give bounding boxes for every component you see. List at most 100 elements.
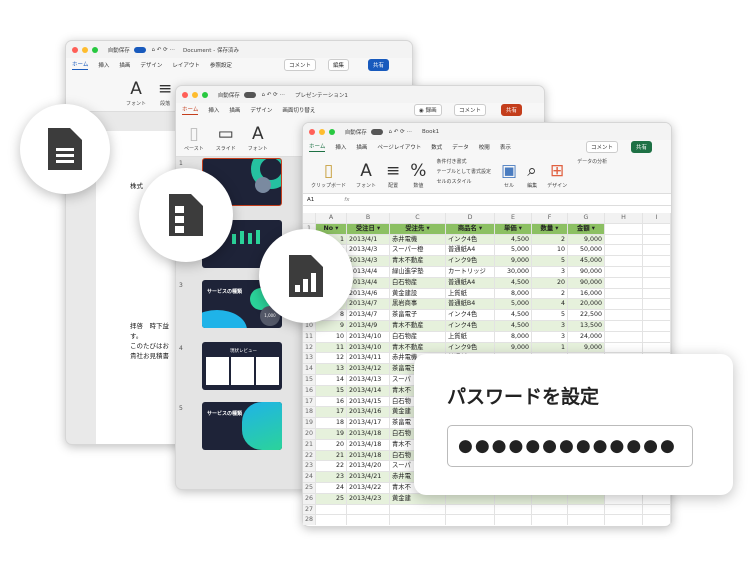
table-cell[interactable]: 4 xyxy=(532,299,568,311)
table-cell[interactable]: 白石物産 xyxy=(390,277,446,289)
row-header[interactable]: 24 xyxy=(303,472,316,483)
table-cell[interactable]: 50,000 xyxy=(568,245,605,257)
cell[interactable] xyxy=(643,299,671,311)
table-cell[interactable]: 2013/4/3 xyxy=(347,256,390,267)
analyze-data-button[interactable]: データの分析 xyxy=(577,158,607,165)
column-header[interactable]: G xyxy=(568,213,605,224)
tab-design[interactable]: デザイン xyxy=(140,61,162,69)
cell[interactable] xyxy=(643,234,671,246)
comment-button[interactable]: コメント xyxy=(454,104,487,116)
table-cell[interactable]: 2013/4/20 xyxy=(347,461,390,473)
tab-insert[interactable]: 挿入 xyxy=(98,61,109,69)
table-cell[interactable]: 30,000 xyxy=(495,267,532,278)
table-header-cell[interactable]: 単価 ▾ xyxy=(495,223,532,235)
cell[interactable] xyxy=(643,331,671,343)
tab-draw[interactable]: 描画 xyxy=(229,106,240,114)
comment-button[interactable]: コメント xyxy=(284,59,317,71)
zoom-button[interactable] xyxy=(329,128,335,135)
cell[interactable] xyxy=(316,504,347,516)
table-cell[interactable]: 5 xyxy=(532,310,568,321)
table-cell[interactable]: 青木不動産 xyxy=(390,342,446,354)
minimize-button[interactable] xyxy=(192,91,198,98)
table-cell[interactable]: 9,000 xyxy=(495,342,532,354)
row-header[interactable]: 22 xyxy=(303,450,316,462)
cell[interactable] xyxy=(390,504,446,516)
edit-group[interactable]: ⌕ 編集 xyxy=(527,162,537,189)
cell[interactable] xyxy=(643,288,671,300)
column-header[interactable]: E xyxy=(495,213,532,224)
paste-group[interactable]: ▯ ペースト xyxy=(184,125,204,152)
cell[interactable] xyxy=(605,321,643,332)
table-cell[interactable]: 2013/4/4 xyxy=(347,277,390,289)
slide-group[interactable]: ▭ スライド xyxy=(216,125,236,152)
table-cell[interactable]: スーパー橙 xyxy=(390,245,446,257)
tab-insert[interactable]: 挿入 xyxy=(335,143,346,151)
table-cell[interactable]: 緑山進学塾 xyxy=(390,267,446,278)
table-cell[interactable]: インク4色 xyxy=(446,310,495,321)
cell[interactable] xyxy=(568,515,605,525)
tab-page-layout[interactable]: ページレイアウト xyxy=(377,143,421,151)
row-header[interactable]: 13 xyxy=(303,353,316,365)
table-cell[interactable]: 2013/4/9 xyxy=(347,321,390,332)
table-cell[interactable]: 5 xyxy=(532,256,568,267)
table-cell[interactable]: 青木不動産 xyxy=(390,256,446,267)
table-cell[interactable]: 24 xyxy=(316,483,347,494)
table-cell[interactable]: 2013/4/16 xyxy=(347,407,390,419)
table-cell[interactable]: 25 xyxy=(316,493,347,505)
column-header[interactable]: B xyxy=(347,213,390,224)
row-header[interactable]: 20 xyxy=(303,429,316,440)
cell[interactable] xyxy=(446,515,495,525)
number-group[interactable]: % 数値 xyxy=(410,162,426,189)
table-cell[interactable]: 8,000 xyxy=(495,288,532,300)
table-header-cell[interactable]: 受注先 ▾ xyxy=(390,223,446,235)
cell[interactable] xyxy=(643,321,671,332)
table-cell[interactable]: 赤井電機 xyxy=(390,234,446,246)
table-cell[interactable]: 23 xyxy=(316,472,347,483)
table-cell[interactable]: 5,000 xyxy=(495,299,532,311)
row-header[interactable]: 16 xyxy=(303,385,316,397)
table-header-cell[interactable]: 受注日 ▾ xyxy=(347,223,390,235)
table-cell[interactable]: 普通紙B4 xyxy=(446,299,495,311)
cell[interactable] xyxy=(605,267,643,278)
table-cell[interactable]: カートリッジ xyxy=(446,267,495,278)
table-cell[interactable]: 11 xyxy=(316,342,347,354)
tab-transitions[interactable]: 画面切り替え xyxy=(282,106,315,114)
close-button[interactable] xyxy=(72,46,78,53)
row-header[interactable]: 12 xyxy=(303,342,316,354)
name-box[interactable]: A1 xyxy=(307,197,314,203)
cell[interactable] xyxy=(605,234,643,246)
table-cell[interactable]: 3 xyxy=(532,267,568,278)
table-cell[interactable]: 2013/4/4 xyxy=(347,267,390,278)
tab-view[interactable]: 表示 xyxy=(500,143,511,151)
column-header[interactable]: H xyxy=(605,213,643,224)
table-cell[interactable]: 黄金建設 xyxy=(390,288,446,300)
row-header[interactable]: 28 xyxy=(303,515,316,525)
tab-insert[interactable]: 挿入 xyxy=(208,106,219,114)
table-cell[interactable]: 16 xyxy=(316,396,347,408)
table-cell[interactable]: 5,000 xyxy=(495,245,532,257)
select-all-corner[interactable] xyxy=(303,213,316,224)
table-cell[interactable]: 2013/4/3 xyxy=(347,245,390,257)
cell[interactable] xyxy=(605,288,643,300)
password-input[interactable]: ●●●●●●●●●●●●● xyxy=(447,425,693,467)
table-cell[interactable]: 2013/4/7 xyxy=(347,299,390,311)
cell[interactable] xyxy=(316,515,347,525)
row-header[interactable]: 17 xyxy=(303,396,316,408)
cell[interactable] xyxy=(605,504,643,516)
table-cell[interactable]: 12 xyxy=(316,353,347,365)
fx-icon[interactable]: fx xyxy=(344,197,349,203)
row-header[interactable]: 19 xyxy=(303,418,316,429)
table-cell[interactable]: 2013/4/1 xyxy=(347,234,390,246)
close-button[interactable] xyxy=(309,128,315,135)
tab-draw[interactable]: 描画 xyxy=(356,143,367,151)
table-cell[interactable]: 2013/4/18 xyxy=(347,450,390,462)
row-header[interactable]: 14 xyxy=(303,364,316,375)
table-cell[interactable]: 24,000 xyxy=(568,331,605,343)
table-cell[interactable]: 9,000 xyxy=(495,256,532,267)
cell[interactable] xyxy=(568,504,605,516)
tab-design[interactable]: デザイン xyxy=(250,106,272,114)
table-cell[interactable]: インク4色 xyxy=(446,234,495,246)
cell[interactable] xyxy=(605,515,643,525)
cell[interactable] xyxy=(446,504,495,516)
cells-group[interactable]: ▣ セル xyxy=(501,162,517,189)
